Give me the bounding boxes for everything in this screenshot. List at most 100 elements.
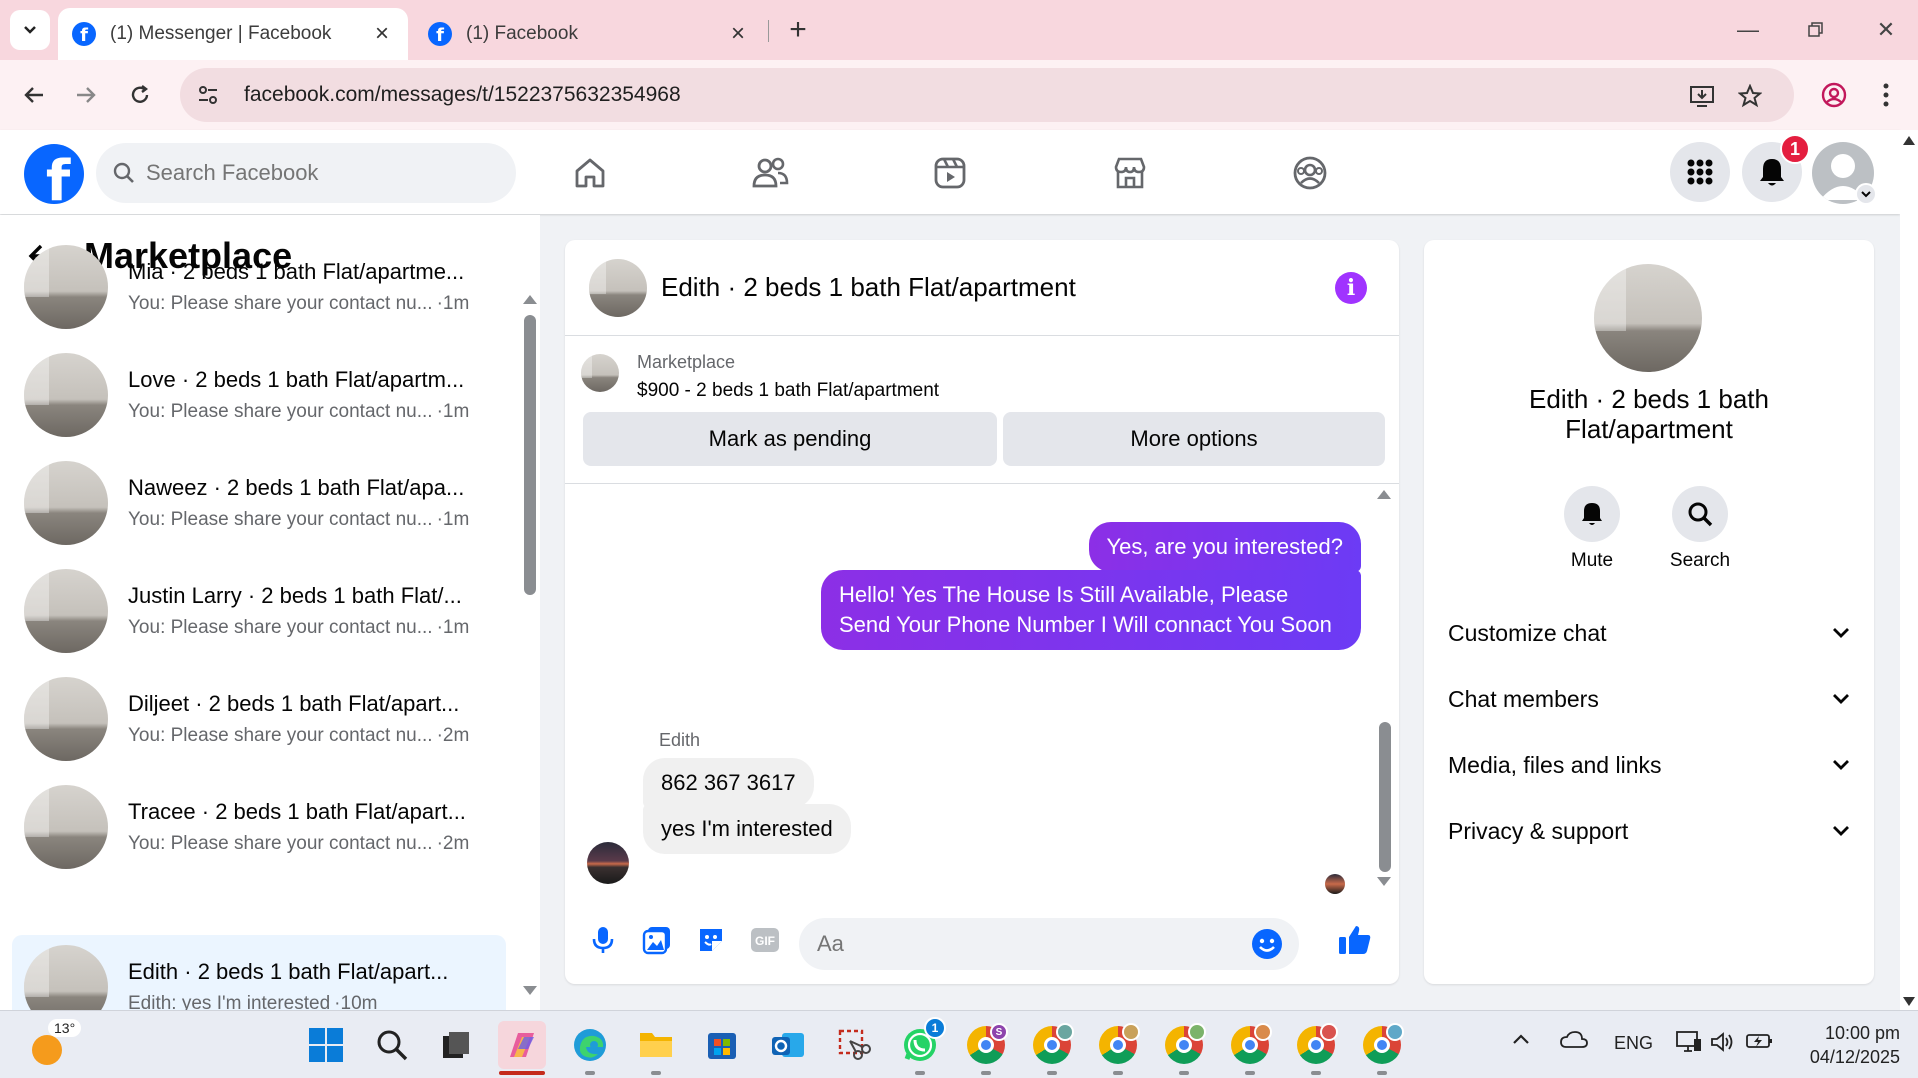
menu-button[interactable] xyxy=(1670,142,1730,202)
start-button[interactable] xyxy=(302,1021,350,1069)
privacy-support-section[interactable]: Privacy & support xyxy=(1448,806,1850,856)
restore-button[interactable] xyxy=(1792,12,1840,48)
nav-groups[interactable] xyxy=(1287,150,1333,196)
chat-item[interactable]: Tracee · 2 beds 1 bath Flat/apart... You… xyxy=(12,775,506,879)
nav-home[interactable] xyxy=(567,150,613,196)
message-scrollbar[interactable] xyxy=(1375,486,1393,886)
facebook-logo[interactable]: f xyxy=(24,144,84,204)
message-input[interactable] xyxy=(817,931,1217,957)
nav-video[interactable] xyxy=(927,150,973,196)
message-bubble-outgoing[interactable]: Yes, are you interested? xyxy=(1088,522,1361,572)
taskbar-copilot[interactable] xyxy=(498,1021,546,1075)
page-scrollbar[interactable] xyxy=(1900,130,1918,1010)
chrome-menu-icon[interactable] xyxy=(1864,73,1908,117)
taskbar-store[interactable] xyxy=(698,1021,746,1069)
chrome-profile-icon[interactable] xyxy=(1812,73,1856,117)
taskbar-chrome-1[interactable]: S xyxy=(962,1021,1010,1075)
chat-item[interactable]: Justin Larry · 2 beds 1 bath Flat/... Yo… xyxy=(12,559,506,663)
chat-item[interactable]: Naweez · 2 beds 1 bath Flat/apa... You: … xyxy=(12,451,506,555)
customize-chat-section[interactable]: Customize chat xyxy=(1448,608,1850,658)
site-info-icon[interactable] xyxy=(188,75,228,115)
sticker-button[interactable] xyxy=(691,920,731,960)
conversation-avatar[interactable] xyxy=(589,258,647,317)
chat-name: Mia · 2 beds 1 bath Flat/apartme... xyxy=(128,259,465,284)
chat-info-name: Edith · 2 beds 1 bath Flat/apartment xyxy=(1529,384,1769,444)
conversation-title[interactable]: Edith · 2 beds 1 bath Flat/apartment xyxy=(661,272,1076,303)
chat-item[interactable]: Mia · 2 beds 1 bath Flat/apartme... You:… xyxy=(12,235,506,339)
chat-members-section[interactable]: Chat members xyxy=(1448,674,1850,724)
message-bubble-incoming[interactable]: 862 367 3617 xyxy=(643,758,814,808)
tab-messenger[interactable]: f (1) Messenger | Facebook × xyxy=(58,8,408,60)
taskbar-whatsapp[interactable]: 1 xyxy=(896,1017,946,1075)
close-window-button[interactable]: ✕ xyxy=(1862,12,1910,48)
network-icon[interactable] xyxy=(1676,1031,1702,1053)
listing-title[interactable]: $900 - 2 beds 1 bath Flat/apartment xyxy=(637,380,939,402)
taskbar-chrome-2[interactable] xyxy=(1028,1021,1076,1075)
taskbar-chrome-5[interactable] xyxy=(1226,1021,1274,1075)
scroll-down-arrow[interactable] xyxy=(1903,997,1915,1006)
scroll-up-arrow[interactable] xyxy=(1903,136,1915,145)
back-button[interactable] xyxy=(12,73,56,117)
mark-as-pending-button[interactable]: Mark as pending xyxy=(583,412,997,466)
mute-action[interactable]: Mute xyxy=(1552,486,1632,572)
more-options-button[interactable]: More options xyxy=(1003,412,1385,466)
taskbar-snipping-tool[interactable] xyxy=(830,1021,878,1069)
info-icon[interactable]: i xyxy=(1335,272,1367,304)
taskbar-edge[interactable] xyxy=(566,1021,614,1075)
attach-photo-button[interactable] xyxy=(637,920,677,960)
weather-widget[interactable]: 13° xyxy=(28,1019,82,1065)
task-view-button[interactable] xyxy=(432,1021,480,1069)
onedrive-button[interactable] xyxy=(1560,1031,1588,1049)
gif-button[interactable]: GIF xyxy=(745,920,785,960)
taskbar-chrome-4[interactable] xyxy=(1160,1021,1208,1075)
chat-list-scrollbar[interactable] xyxy=(520,295,538,995)
reload-button[interactable] xyxy=(118,73,162,117)
volume-icon[interactable] xyxy=(1710,1031,1734,1053)
tab-facebook[interactable]: f (1) Facebook × xyxy=(414,8,764,60)
scroll-up-arrow[interactable] xyxy=(1377,490,1391,499)
message-bubble-outgoing[interactable]: Hello! Yes The House Is Still Available,… xyxy=(821,570,1361,650)
facebook-header: f 1 xyxy=(0,130,1900,214)
voice-clip-button[interactable] xyxy=(583,920,623,960)
message-bubble-incoming[interactable]: yes I'm interested xyxy=(643,804,851,854)
taskbar-chrome-3[interactable] xyxy=(1094,1021,1142,1075)
minimize-button[interactable]: — xyxy=(1724,12,1772,48)
account-menu-button[interactable] xyxy=(1855,183,1877,205)
tab-search-button[interactable] xyxy=(10,10,50,50)
install-app-icon[interactable] xyxy=(1682,76,1722,116)
taskbar-chrome-6[interactable] xyxy=(1292,1021,1340,1075)
media-files-links-section[interactable]: Media, files and links xyxy=(1448,740,1850,790)
address-bar[interactable]: facebook.com/messages/t/1522375632354968 xyxy=(180,68,1794,122)
taskbar-file-explorer[interactable] xyxy=(632,1021,680,1075)
nav-marketplace[interactable] xyxy=(1107,150,1153,196)
battery-icon[interactable] xyxy=(1746,1031,1774,1051)
taskbar-chrome-7[interactable] xyxy=(1358,1021,1406,1075)
new-tab-button[interactable]: + xyxy=(780,12,816,48)
taskbar-outlook[interactable] xyxy=(764,1021,812,1069)
facebook-search[interactable] xyxy=(96,143,516,203)
scrollbar-thumb[interactable] xyxy=(1379,722,1391,872)
close-tab-icon[interactable]: × xyxy=(726,20,750,48)
scroll-up-arrow[interactable] xyxy=(523,295,537,304)
scroll-down-arrow[interactable] xyxy=(1377,877,1391,886)
emoji-button[interactable] xyxy=(1247,924,1287,964)
scrollbar-thumb[interactable] xyxy=(524,315,536,595)
taskbar-search-button[interactable] xyxy=(368,1021,416,1069)
chat-item-selected[interactable]: Edith · 2 beds 1 bath Flat/apart... Edit… xyxy=(12,935,506,1010)
forward-button[interactable] xyxy=(64,73,108,117)
like-button[interactable] xyxy=(1335,920,1375,960)
chat-item[interactable]: Love · 2 beds 1 bath Flat/apartm... You:… xyxy=(12,343,506,447)
close-tab-icon[interactable]: × xyxy=(370,20,394,48)
nav-friends[interactable] xyxy=(747,150,793,196)
sender-avatar[interactable] xyxy=(587,842,629,884)
language-indicator[interactable]: ENG xyxy=(1614,1033,1653,1054)
facebook-search-input[interactable] xyxy=(146,160,466,186)
listing-thumbnail[interactable] xyxy=(581,354,619,392)
search-action[interactable]: Search xyxy=(1660,486,1740,572)
scroll-down-arrow[interactable] xyxy=(523,986,537,995)
chat-item[interactable]: Diljeet · 2 beds 1 bath Flat/apart... Yo… xyxy=(12,667,506,771)
bookmark-star-icon[interactable] xyxy=(1730,76,1770,116)
system-clock[interactable]: 10:00 pm 04/12/2025 xyxy=(1790,1021,1900,1069)
show-hidden-icons-button[interactable] xyxy=(1512,1033,1530,1045)
chat-info-avatar[interactable] xyxy=(1594,264,1702,372)
